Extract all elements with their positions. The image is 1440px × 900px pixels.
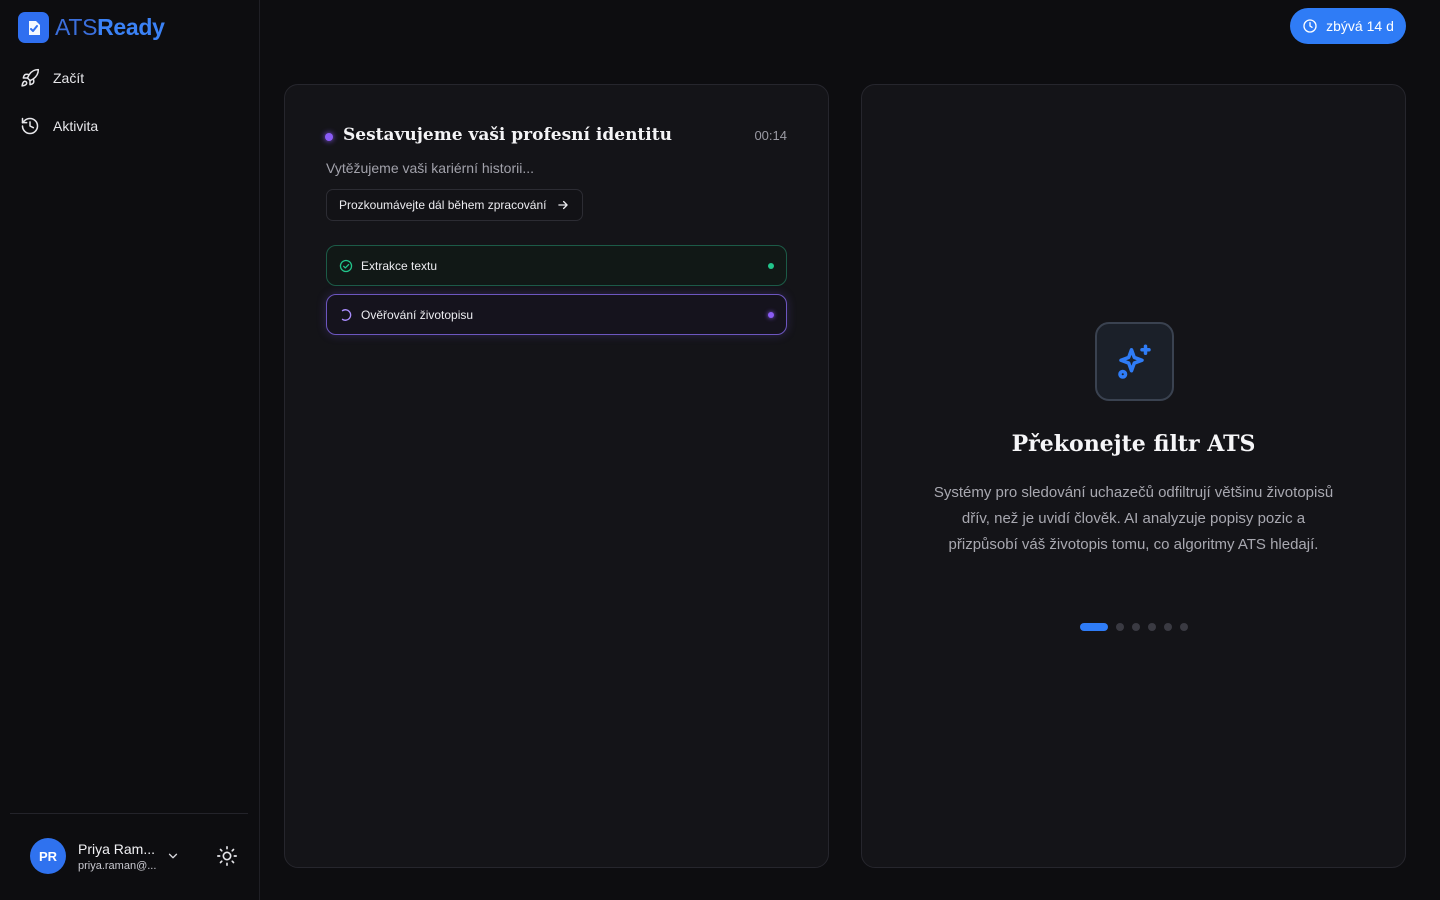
rocket-icon <box>21 68 40 87</box>
brand-logo-link[interactable]: ATSReady <box>18 12 165 43</box>
sparkles-icon <box>1095 322 1174 401</box>
sidebar-divider <box>10 813 248 814</box>
trial-label: zbývá 14 d <box>1326 18 1394 34</box>
sidebar-nav: Začít Aktivita <box>20 64 240 160</box>
feature-carousel-card: Překonejte filtr ATS Systémy pro sledová… <box>861 84 1406 868</box>
processing-timer: 00:14 <box>754 127 787 143</box>
feature-description: Systémy pro sledování uchazečů odfiltruj… <box>933 484 1334 553</box>
carousel-dot[interactable] <box>1180 623 1188 631</box>
app-root: ATSReady Začít Aktivita PR Priya Ram... … <box>0 0 1440 900</box>
feature-title: Překonejte filtr ATS <box>1011 431 1256 457</box>
explore-while-processing-button[interactable]: Prozkoumávejte dál během zpracování <box>326 189 584 221</box>
processing-header: Sestavujeme vaši profesní identitu 00:14 <box>325 125 787 145</box>
sidebar-item-label: Začít <box>53 70 85 86</box>
spinner-icon <box>341 308 352 321</box>
sidebar: ATSReady Začít Aktivita PR Priya Ram... … <box>0 0 260 900</box>
processing-title: Sestavujeme vaši profesní identitu <box>343 125 672 145</box>
clock-icon <box>1303 19 1317 33</box>
sidebar-item-label: Aktivita <box>53 118 99 134</box>
trial-remaining-button[interactable]: zbývá 14 d <box>1290 8 1406 44</box>
processing-step-resume-verification: Ověřování životopisu <box>326 294 787 335</box>
carousel-pagination <box>1080 623 1188 631</box>
avatar: PR <box>30 838 66 874</box>
sun-icon[interactable] <box>216 845 238 867</box>
brand-name: ATSReady <box>55 14 165 41</box>
carousel-dot[interactable] <box>1116 623 1124 631</box>
carousel-dot[interactable] <box>1080 623 1108 631</box>
processing-status-dot <box>325 132 333 141</box>
carousel-dot[interactable] <box>1148 623 1156 631</box>
history-icon <box>21 117 39 135</box>
chevron-down-icon[interactable] <box>166 849 180 863</box>
sidebar-item-start[interactable]: Začít <box>20 64 240 92</box>
user-info: Priya Ram... priya.raman@... <box>78 841 156 872</box>
sidebar-item-activity[interactable]: Aktivita <box>20 112 240 140</box>
step-label: Extrakce textu <box>361 258 438 273</box>
user-menu[interactable]: PR Priya Ram... priya.raman@... <box>30 838 180 874</box>
processing-step-text-extraction: Extrakce textu <box>326 245 787 286</box>
processing-subtitle: Vytěžujeme vaši kariérní historii... <box>326 160 534 176</box>
brand-name-part2: Ready <box>97 14 165 40</box>
carousel-dot[interactable] <box>1132 623 1140 631</box>
logo-icon <box>18 12 49 43</box>
user-email: priya.raman@... <box>78 859 156 872</box>
step-status-dot <box>768 311 774 318</box>
step-status-dot <box>768 262 774 269</box>
carousel-dot[interactable] <box>1164 623 1172 631</box>
step-label: Ověřování životopisu <box>361 307 474 322</box>
check-circle-icon <box>339 259 353 272</box>
processing-card: Sestavujeme vaši profesní identitu 00:14… <box>284 84 829 868</box>
arrow-right-icon <box>558 200 569 210</box>
brand-name-part1: ATS <box>55 14 98 40</box>
explore-button-label: Prozkoumávejte dál během zpracování <box>339 198 547 212</box>
user-name: Priya Ram... <box>78 840 156 857</box>
